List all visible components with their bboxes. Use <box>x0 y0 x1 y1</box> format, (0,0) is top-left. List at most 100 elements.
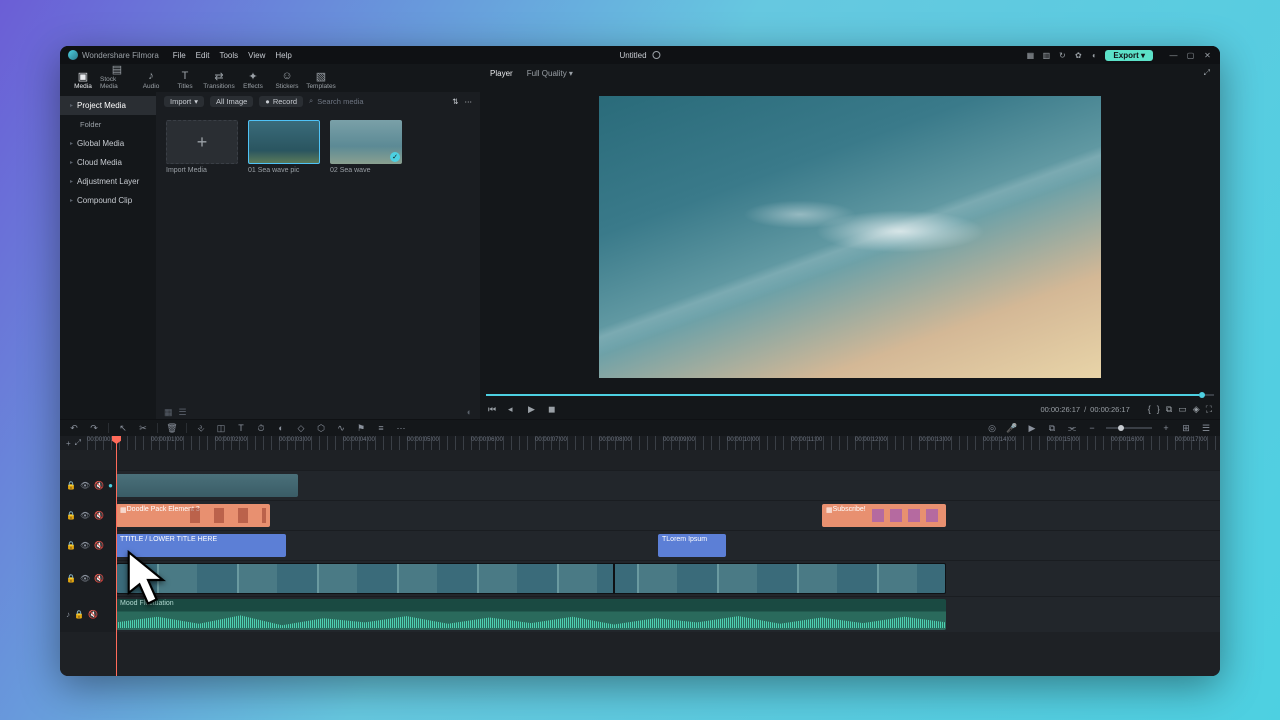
history-icon[interactable]: ↻ <box>1057 50 1067 60</box>
layout-icon[interactable]: ▦ <box>1025 50 1035 60</box>
ratio-icon[interactable]: ▭ <box>1178 404 1187 415</box>
tab-transitions[interactable]: ⇄Transitions <box>202 69 236 92</box>
eye-icon[interactable]: 👁 <box>80 541 90 550</box>
menu-help[interactable]: Help <box>275 51 291 60</box>
sidebar-item-cloud-media[interactable]: ▸Cloud Media <box>60 153 156 172</box>
menu-tools[interactable]: Tools <box>219 51 238 60</box>
tl-settings-icon[interactable]: ☰ <box>1200 423 1212 434</box>
tab-stock-media[interactable]: ▤Stock Media <box>100 62 134 92</box>
settings-icon[interactable]: ✿ <box>1073 50 1083 60</box>
media-tile-sea2[interactable]: ✓ 02 Sea wave <box>330 120 402 174</box>
menu-view[interactable]: View <box>248 51 265 60</box>
mute-icon[interactable]: 🔇 <box>88 610 98 619</box>
sort-icon[interactable]: ⇅ <box>452 97 458 106</box>
clip-audio-mood[interactable]: Mood Fluctuation <box>116 599 946 630</box>
tl-add-track-icon[interactable]: + <box>66 439 71 448</box>
tl-fit-icon[interactable]: ⊞ <box>1180 423 1192 434</box>
clip-adjustment[interactable] <box>116 474 298 497</box>
tab-effects[interactable]: ✦Effects <box>236 69 270 92</box>
sidebar-item-project-media[interactable]: ▸Project Media <box>60 96 156 115</box>
add-media-thumb[interactable] <box>166 120 238 164</box>
clip-video-main[interactable] <box>116 563 946 594</box>
account-icon[interactable]: ◐ <box>1089 50 1099 60</box>
tl-split-icon[interactable]: ⎀ <box>195 423 207 434</box>
media-thumb[interactable]: ✓ <box>330 120 402 164</box>
preview-scrubber[interactable] <box>486 391 1214 399</box>
tl-marker-icon[interactable]: ⚑ <box>355 423 367 434</box>
media-tile-import[interactable]: Import Media <box>166 120 238 174</box>
tl-mixer-icon[interactable]: ◎ <box>986 423 998 434</box>
tl-link-icon[interactable]: ⫘ <box>1066 423 1078 434</box>
mute-icon[interactable]: 🔇 <box>94 481 104 490</box>
mute-icon[interactable]: 🔇 <box>94 541 104 550</box>
tl-zoom-out-icon[interactable]: − <box>1086 423 1098 433</box>
tl-crop-icon[interactable]: ◫ <box>215 423 227 434</box>
tab-templates[interactable]: ▧Templates <box>304 69 338 92</box>
quality-icon[interactable]: ◈ <box>1193 404 1200 415</box>
clip-title-lower[interactable]: T TITLE / LOWER TITLE HERE <box>116 534 286 557</box>
playhead[interactable] <box>116 436 117 676</box>
tl-audio-icon[interactable]: ∿ <box>335 423 347 434</box>
more-icon[interactable]: ⋯ <box>465 97 473 106</box>
step-back-icon[interactable]: ◂ <box>508 404 518 415</box>
player-tab[interactable]: Player <box>490 69 513 78</box>
eye-icon[interactable]: 👁 <box>80 574 90 583</box>
tab-media[interactable]: ▣Media <box>66 69 100 92</box>
close-icon[interactable]: ✕ <box>1203 51 1212 60</box>
menu-file[interactable]: File <box>173 51 186 60</box>
tl-snap-icon[interactable]: ⧉ <box>1046 423 1058 434</box>
fullscreen-icon[interactable]: ⛶ <box>1206 404 1212 415</box>
lock-icon[interactable]: 🔒 <box>66 511 76 520</box>
tl-cursor-icon[interactable]: ↖ <box>117 423 129 434</box>
search-input[interactable]: ⌕Search media <box>309 96 363 106</box>
filter-allimage-button[interactable]: All Image <box>210 96 253 107</box>
scrub-knob[interactable] <box>1199 392 1205 398</box>
tl-track-icon[interactable]: ≡ <box>375 423 387 433</box>
export-button[interactable]: Export ▾ <box>1105 50 1153 61</box>
preview-frame[interactable] <box>599 96 1101 378</box>
media-tile-sea1[interactable]: 01 Sea wave pic <box>248 120 320 174</box>
cloud-icon[interactable] <box>653 51 661 59</box>
snapshot-icon[interactable]: ⧉ <box>1166 404 1172 415</box>
media-thumb[interactable] <box>248 120 320 164</box>
clip-doodle[interactable]: ▦ Doodle Pack Element 3 <box>116 504 270 527</box>
sidebar-item-adjustment-layer[interactable]: ▸Adjustment Layer <box>60 172 156 191</box>
tl-voiceover-icon[interactable]: 🎤 <box>1006 423 1018 434</box>
tl-expand-icon[interactable]: ⤢ <box>75 438 81 448</box>
lock-icon[interactable]: 🔒 <box>66 481 76 490</box>
tl-more-icon[interactable]: ⋯ <box>395 423 407 434</box>
play-icon[interactable]: ▶ <box>528 404 538 415</box>
tl-zoom-in-icon[interactable]: + <box>1160 423 1172 433</box>
list-view-icon[interactable]: ☰ <box>179 407 187 418</box>
lock-icon[interactable]: 🔒 <box>66 541 76 550</box>
import-button[interactable]: Import ▾ <box>164 96 204 107</box>
sidebar-item-folder[interactable]: Folder <box>60 115 156 134</box>
grid-view-icon[interactable]: ▦ <box>164 407 173 418</box>
eye-icon[interactable]: 👁 <box>80 511 90 520</box>
stop-icon[interactable]: ◼ <box>548 404 558 415</box>
mark-out-icon[interactable]: } <box>1157 404 1160 415</box>
mute-icon[interactable]: 🔇 <box>94 511 104 520</box>
tab-audio[interactable]: ♪Audio <box>134 69 168 92</box>
tl-delete-icon[interactable]: 🗑 <box>166 423 178 434</box>
tl-color-icon[interactable]: ◐ <box>275 423 287 433</box>
clip-subscribe[interactable]: ▦ Subscribe! <box>822 504 946 527</box>
tl-keyframe-icon[interactable]: ◇ <box>295 423 307 434</box>
popout-icon[interactable]: ⤢ <box>1204 68 1210 78</box>
clip-title-lorem[interactable]: T Lorem Ipsum <box>658 534 726 557</box>
record-button[interactable]: ● Record <box>259 96 303 107</box>
tab-stickers[interactable]: ☺Stickers <box>270 69 304 92</box>
sidebar-item-global-media[interactable]: ▸Global Media <box>60 134 156 153</box>
layout2-icon[interactable]: ▥ <box>1041 50 1051 60</box>
mark-in-icon[interactable]: { <box>1148 404 1151 415</box>
lock-icon[interactable]: 🔒 <box>74 610 84 619</box>
zoom-thumb-icon[interactable]: ◐ <box>467 407 472 417</box>
mute-icon[interactable]: 🔇 <box>94 574 104 583</box>
tl-redo-icon[interactable]: ↷ <box>88 423 100 434</box>
lock-icon[interactable]: 🔒 <box>66 574 76 583</box>
tl-speed-icon[interactable]: ⏱ <box>255 423 267 434</box>
timeline-ruler[interactable]: 00:00:00:0000:00:01:0000:00:02:0000:00:0… <box>87 436 1220 450</box>
maximize-icon[interactable]: ▢ <box>1186 51 1195 60</box>
sidebar-item-compound-clip[interactable]: ▸Compound Clip <box>60 191 156 210</box>
tl-text-icon[interactable]: T <box>235 423 247 433</box>
